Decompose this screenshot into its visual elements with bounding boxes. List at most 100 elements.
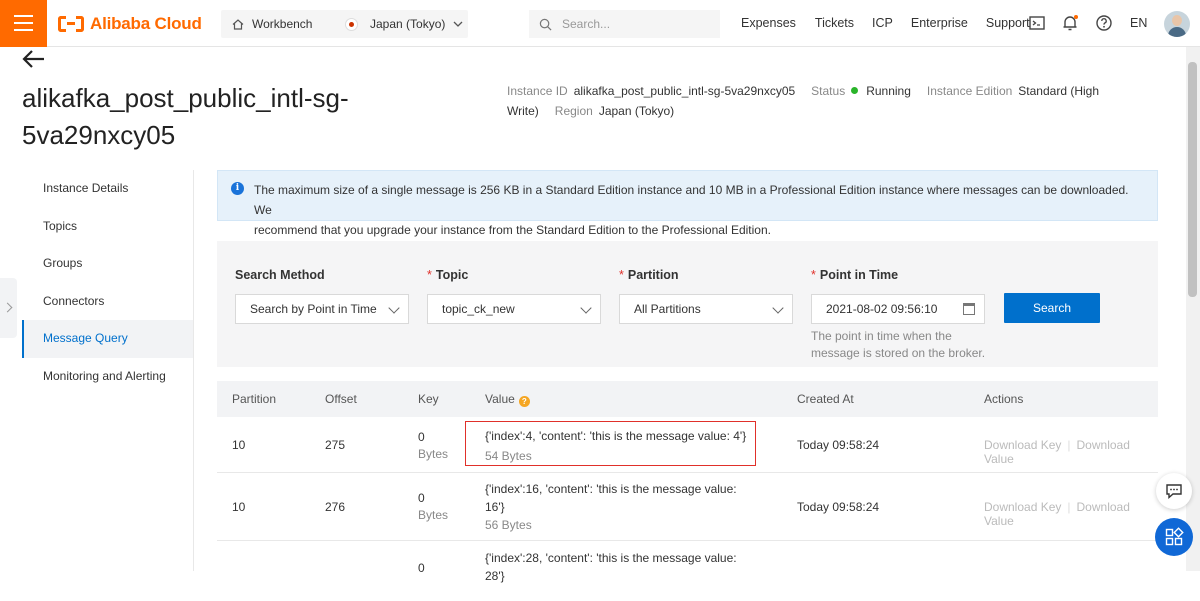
point-in-time-value: 2021-08-02 09:56:10 (826, 302, 938, 316)
arrow-left-icon[interactable] (22, 49, 46, 69)
sidebar-item-message-query[interactable]: Message Query (22, 320, 193, 358)
value-text-cont: 28'} (485, 569, 505, 583)
column-header-key: Key (418, 392, 439, 406)
hint-line1: The point in time when the (811, 329, 952, 343)
partition-label: * Partition (619, 268, 679, 282)
column-header-created-at: Created At (797, 392, 854, 406)
nav-link-tickets[interactable]: Tickets (815, 16, 854, 30)
key-size: 0 (418, 491, 425, 505)
status-label: Status (811, 84, 846, 98)
apps-button[interactable] (1155, 518, 1193, 556)
query-filter-panel: Search Method * Topic * Partition * Point i… (217, 241, 1158, 367)
nav-link-expenses[interactable]: Expenses (741, 16, 796, 30)
nav-link-support[interactable]: Support (986, 16, 1030, 30)
key-unit: Bytes (418, 508, 449, 522)
cell-key: 0 Bytes (418, 429, 448, 463)
column-header-value-text: Value (485, 392, 515, 406)
search-method-value: Search by Point in Time (250, 302, 377, 316)
scrollbar-thumb[interactable] (1188, 62, 1197, 297)
sidebar-divider (193, 170, 194, 571)
top-navigation-bar: Alibaba Cloud Workbench Japan (Tokyo) Se… (0, 0, 1200, 47)
table-row: 0 {'index':28, 'content': 'this is the m… (217, 541, 1158, 601)
cell-value: {'index':28, 'content': 'this is the mes… (485, 549, 755, 585)
alibaba-cloud-logo[interactable]: Alibaba Cloud (58, 14, 202, 34)
cell-created-at: Today 09:58:24 (797, 438, 880, 452)
sidebar-collapse-handle[interactable] (0, 278, 17, 338)
key-unit: Bytes (418, 447, 449, 461)
value-text-cont: 16'} (485, 500, 505, 514)
search-placeholder: Search... (562, 17, 611, 31)
cell-actions: Download Key | Download Value (984, 438, 1130, 466)
sidebar-item-groups[interactable]: Groups (22, 245, 193, 283)
edition-value-line2: Write) (507, 104, 539, 118)
hint-line2: message is stored on the broker. (811, 346, 986, 360)
status-running-dot (851, 87, 859, 94)
column-header-partition: Partition (232, 392, 277, 406)
terminal-icon[interactable] (1028, 14, 1046, 32)
region-label: Japan (Tokyo) (370, 17, 446, 31)
point-in-time-picker[interactable]: 2021-08-02 09:56:10 (811, 294, 985, 324)
nav-link-icp[interactable]: ICP (872, 16, 893, 30)
point-in-time-label: * Point in Time (811, 268, 899, 282)
japan-flag-icon (345, 17, 358, 31)
topic-value: topic_ck_new (442, 302, 515, 316)
cell-offset: 275 (325, 438, 346, 452)
notice-text-line2: recommend that you upgrade your instance… (254, 223, 771, 237)
highlight-box (465, 421, 756, 466)
chat-button[interactable] (1156, 473, 1192, 509)
apps-grid-icon (1165, 527, 1184, 546)
value-size: 56 Bytes (485, 518, 532, 532)
partition-select[interactable]: All Partitions (619, 294, 793, 324)
sidebar-item-instance-details[interactable]: Instance Details (22, 170, 193, 208)
cell-actions: Download Key | Download Value (984, 500, 1130, 528)
key-size: 0 (418, 430, 425, 444)
value-text: {'index':28, 'content': 'this is the mes… (485, 551, 737, 565)
search-icon (539, 18, 552, 30)
cell-key: 0 Bytes (418, 490, 448, 524)
instance-id-value: alikafka_post_public_intl-sg-5va29nxcy05 (573, 84, 796, 98)
workbench-button[interactable]: Workbench (221, 10, 349, 38)
bell-icon[interactable] (1061, 14, 1079, 32)
download-key-link[interactable]: Download Key (984, 438, 1061, 452)
chevron-down-icon (453, 21, 463, 27)
download-key-link[interactable]: Download Key (984, 500, 1061, 514)
cell-partition: 10 (232, 500, 246, 514)
avatar[interactable] (1164, 11, 1190, 37)
chat-bubble-icon (1166, 484, 1182, 500)
status-value: Running (866, 84, 911, 98)
edition-label: Instance Edition (926, 84, 1013, 98)
nav-link-enterprise[interactable]: Enterprise (911, 16, 968, 30)
language-switch[interactable]: EN (1130, 16, 1147, 30)
sidebar-item-monitoring-and-alerting[interactable]: Monitoring and Alerting (22, 358, 193, 396)
chevron-down-icon (388, 302, 400, 314)
topic-select[interactable]: topic_ck_new (427, 294, 601, 324)
brand-name: Alibaba Cloud (90, 14, 202, 33)
search-button[interactable]: Search (1004, 293, 1100, 323)
chevron-down-icon (772, 302, 784, 314)
cell-partition: 10 (232, 438, 246, 452)
sidebar-item-connectors[interactable]: Connectors (22, 283, 193, 321)
help-icon[interactable] (1095, 14, 1113, 32)
column-header-offset: Offset (325, 392, 357, 406)
cell-key: 0 (418, 561, 425, 575)
menu-icon[interactable] (0, 0, 47, 47)
home-icon (232, 18, 244, 30)
table-header: Partition Offset Key Value? Created At A… (217, 381, 1158, 417)
search-method-label: Search Method (235, 268, 325, 282)
cell-value: {'index':16, 'content': 'this is the mes… (485, 480, 755, 534)
sidebar-item-topics[interactable]: Topics (22, 208, 193, 246)
column-header-value: Value? (485, 392, 530, 407)
search-method-select[interactable]: Search by Point in Time (235, 294, 409, 324)
calendar-icon (963, 303, 975, 315)
help-question-icon[interactable]: ? (518, 396, 530, 407)
partition-value: All Partitions (634, 302, 701, 316)
page-title: alikafka_post_public_intl-sg- 5va29nxcy0… (22, 80, 422, 154)
page-title-line1: alikafka_post_public_intl-sg- (22, 83, 349, 113)
global-search-input[interactable]: Search... (529, 10, 720, 38)
chevron-down-icon (580, 302, 592, 314)
region-selector[interactable]: Japan (Tokyo) (333, 10, 468, 38)
topic-label-text: Topic (435, 268, 469, 282)
region-meta-value: Japan (Tokyo) (598, 104, 675, 118)
instance-id-label: Instance ID (507, 84, 568, 98)
top-nav-links: Expenses Tickets ICP Enterprise Support (741, 16, 1030, 30)
